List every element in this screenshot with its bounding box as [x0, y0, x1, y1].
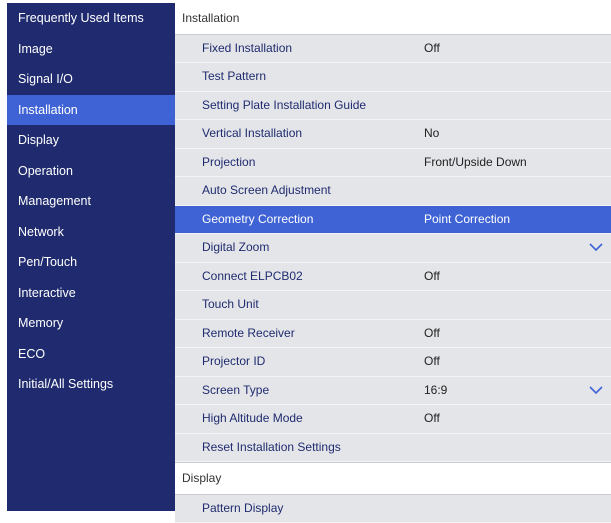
menu-row-screen-type[interactable]: Screen Type 16:9: [175, 377, 611, 406]
menu-row-value: Off: [424, 263, 440, 291]
section-header-display: Display: [175, 462, 611, 495]
menu-row-fixed-installation[interactable]: Fixed Installation Off: [175, 35, 611, 64]
menu-row-value: Off: [424, 320, 440, 348]
menu-row-value: 16:9: [424, 377, 447, 405]
sidebar-menu: Frequently Used Items Image Signal I/O I…: [7, 3, 175, 511]
menu-row-label: Projection: [202, 149, 255, 177]
menu-row-pattern-display[interactable]: Pattern Display: [175, 495, 611, 523]
chevron-down-icon[interactable]: [589, 241, 603, 253]
menu-row-value: Point Correction: [424, 206, 510, 234]
settings-panel: Installation Fixed Installation Off Test…: [175, 3, 611, 511]
menu-row-label: Digital Zoom: [202, 234, 269, 262]
sidebar-item-interactive[interactable]: Interactive: [7, 278, 175, 309]
menu-row-high-altitude-mode[interactable]: High Altitude Mode Off: [175, 405, 611, 434]
menu-row-projector-id[interactable]: Projector ID Off: [175, 348, 611, 377]
menu-row-test-pattern[interactable]: Test Pattern: [175, 63, 611, 92]
menu-row-vertical-installation[interactable]: Vertical Installation No: [175, 120, 611, 149]
menu-row-label: Reset Installation Settings: [202, 434, 341, 462]
menu-row-label: High Altitude Mode: [202, 405, 303, 433]
menu-row-label: Auto Screen Adjustment: [202, 177, 331, 205]
sidebar-item-pen-touch[interactable]: Pen/Touch: [7, 247, 175, 278]
menu-row-remote-receiver[interactable]: Remote Receiver Off: [175, 320, 611, 349]
menu-row-label: Vertical Installation: [202, 120, 302, 148]
sidebar-item-frequently-used[interactable]: Frequently Used Items: [7, 3, 175, 34]
menu-row-projection[interactable]: Projection Front/Upside Down: [175, 149, 611, 178]
sidebar-item-operation[interactable]: Operation: [7, 156, 175, 187]
menu-row-label: Fixed Installation: [202, 35, 292, 63]
menu-row-digital-zoom[interactable]: Digital Zoom: [175, 234, 611, 263]
menu-row-label: Screen Type: [202, 377, 269, 405]
menu-row-label: Pattern Display: [202, 495, 283, 523]
sidebar-item-memory[interactable]: Memory: [7, 308, 175, 339]
sidebar-item-management[interactable]: Management: [7, 186, 175, 217]
menu-row-connect-elpcb02[interactable]: Connect ELPCB02 Off: [175, 263, 611, 292]
menu-row-label: Touch Unit: [202, 291, 259, 319]
menu-row-geometry-correction[interactable]: Geometry Correction Point Correction: [175, 206, 611, 235]
sidebar-item-installation[interactable]: Installation: [7, 95, 175, 126]
menu-row-label: Remote Receiver: [202, 320, 295, 348]
sidebar-item-eco[interactable]: ECO: [7, 339, 175, 370]
menu-row-touch-unit[interactable]: Touch Unit: [175, 291, 611, 320]
menu-row-label: Projector ID: [202, 348, 265, 376]
menu-row-value: Front/Upside Down: [424, 149, 527, 177]
sidebar-item-image[interactable]: Image: [7, 34, 175, 65]
chevron-down-icon[interactable]: [589, 384, 603, 396]
sidebar-item-initial-all-settings[interactable]: Initial/All Settings: [7, 369, 175, 400]
menu-row-reset-installation-settings[interactable]: Reset Installation Settings: [175, 434, 611, 463]
sidebar-item-display[interactable]: Display: [7, 125, 175, 156]
sidebar-item-network[interactable]: Network: [7, 217, 175, 248]
menu-row-value: Off: [424, 405, 440, 433]
sidebar-item-signal-io[interactable]: Signal I/O: [7, 64, 175, 95]
menu-row-value: Off: [424, 348, 440, 376]
menu-row-label: Setting Plate Installation Guide: [202, 92, 366, 120]
menu-row-label: Geometry Correction: [202, 206, 313, 234]
menu-row-setting-plate-guide[interactable]: Setting Plate Installation Guide: [175, 92, 611, 121]
menu-row-label: Test Pattern: [202, 63, 266, 91]
menu-row-label: Connect ELPCB02: [202, 263, 303, 291]
menu-row-auto-screen-adjustment[interactable]: Auto Screen Adjustment: [175, 177, 611, 206]
section-header-installation: Installation: [175, 3, 611, 35]
menu-row-value: Off: [424, 35, 440, 63]
menu-row-value: No: [424, 120, 439, 148]
